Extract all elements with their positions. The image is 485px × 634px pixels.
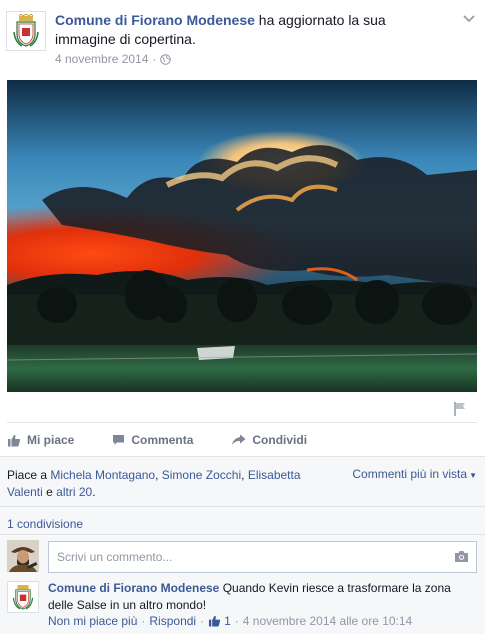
likes-prefix: Piace a <box>7 468 51 482</box>
likes-comma-2: , <box>241 468 248 482</box>
coat-of-arms-icon <box>12 585 34 610</box>
comment-sort-dropdown[interactable]: Commenti più in vista ▼ <box>352 467 477 481</box>
meta-dot: · <box>200 614 205 628</box>
thumbs-up-icon <box>209 615 221 627</box>
shares-divider <box>0 534 485 535</box>
flag-icon[interactable] <box>452 401 468 417</box>
facebook-post: Comune di Fiorano Modenese ha aggiornato… <box>0 0 485 634</box>
feedback-top-border <box>0 456 485 457</box>
other-likers-link[interactable]: altri 20 <box>56 485 92 499</box>
comment-bubble-icon <box>113 435 125 445</box>
thumbs-up-icon <box>8 434 21 446</box>
share-button[interactable]: Condividi <box>231 433 307 447</box>
meta-dot: · <box>234 614 239 628</box>
coat-of-arms-icon <box>13 14 39 47</box>
reply-link[interactable]: Rispondi <box>149 614 196 628</box>
comment-button[interactable]: Commenta <box>112 433 193 447</box>
comment-author-avatar[interactable] <box>7 581 39 613</box>
likes-and: e <box>42 485 57 499</box>
post-actions: Mi piace Commenta Condividi <box>7 428 349 452</box>
like-button[interactable]: Mi piace <box>7 433 74 447</box>
comment-button-label: Commenta <box>131 433 194 447</box>
share-button-label: Condividi <box>252 433 308 447</box>
meta-separator: · <box>152 52 157 66</box>
globe-icon[interactable] <box>160 53 172 65</box>
comment-composer <box>7 540 477 574</box>
feedback-section: Piace a Michela Montagano, Simone Zocchi… <box>0 456 485 634</box>
comment-body: Comune di Fiorano Modenese Quando Kevin … <box>48 580 473 614</box>
actions-divider <box>7 422 477 423</box>
comment-timestamp[interactable]: 4 novembre 2014 alle ore 10:14 <box>243 614 412 628</box>
shares-link[interactable]: 1 condivisione <box>7 517 83 531</box>
likes-end: . <box>92 485 96 499</box>
post-author-link[interactable]: Comune di Fiorano Modenese <box>55 12 255 28</box>
cover-photo[interactable] <box>7 80 477 392</box>
meta-dot: · <box>141 614 146 628</box>
viewer-avatar[interactable] <box>7 540 39 572</box>
post-header: Comune di Fiorano Modenese ha aggiornato… <box>6 8 476 68</box>
comment-like-number: 1 <box>224 614 231 628</box>
likes-comma-1: , <box>155 468 162 482</box>
post-date[interactable]: 4 novembre 2014 <box>55 52 148 66</box>
likes-divider <box>0 506 485 507</box>
chevron-down-icon[interactable] <box>462 12 476 26</box>
comment-input[interactable] <box>48 541 477 573</box>
post-meta: 4 novembre 2014 · <box>55 52 172 66</box>
camera-icon[interactable] <box>454 550 469 563</box>
liker-link-simone[interactable]: Simone Zocchi <box>162 468 241 482</box>
caret-down-icon: ▼ <box>469 471 477 480</box>
liker-link-michela[interactable]: Michela Montagano <box>50 468 155 482</box>
comment-author-link[interactable]: Comune di Fiorano Modenese <box>48 581 219 595</box>
likes-sentence: Piace a Michela Montagano, Simone Zocchi… <box>7 467 337 501</box>
comment-sort-label: Commenti più in vista <box>352 467 468 481</box>
comment-like-count[interactable]: 1 <box>208 614 231 628</box>
unlike-link[interactable]: Non mi piace più <box>48 614 137 628</box>
like-button-label: Mi piace <box>27 433 75 447</box>
page-avatar[interactable] <box>6 11 46 51</box>
share-arrow-icon <box>232 434 246 445</box>
post-headline: Comune di Fiorano Modenese ha aggiornato… <box>55 11 435 49</box>
comment-meta: Non mi piace più · Rispondi · 1 · 4 nove… <box>48 614 478 628</box>
